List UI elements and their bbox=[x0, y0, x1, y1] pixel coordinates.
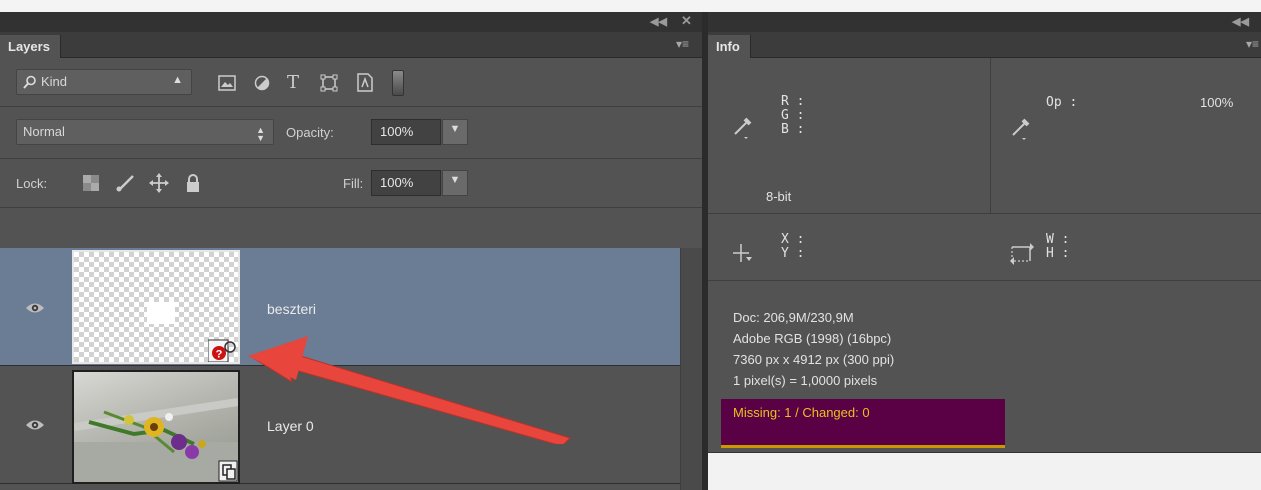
doc-scale: 1 pixel(s) = 1,0000 pixels bbox=[733, 373, 878, 388]
layer-filter-row: Kind ▲ T bbox=[0, 58, 702, 107]
eyedropper-icon[interactable] bbox=[1010, 116, 1032, 140]
doc-size: Doc: 206,9M/230,9M bbox=[733, 310, 854, 325]
missing-changed-status: Missing: 1 / Changed: 0 bbox=[733, 405, 870, 420]
marquee-size-icon bbox=[1010, 243, 1034, 265]
bit-depth: 8-bit bbox=[766, 189, 792, 204]
dropdown-arrows-icon: ▲ ▼ bbox=[256, 125, 265, 143]
rgb-readout: R : G : B : bbox=[781, 95, 804, 137]
wh-readout: W : H : bbox=[1046, 233, 1069, 261]
layers-tab-row: Layers ▾≡ bbox=[0, 32, 702, 58]
opacity-slider-button[interactable]: ▼ bbox=[442, 119, 468, 145]
x-label: X : bbox=[781, 232, 805, 247]
layer-name[interactable]: beszteri bbox=[267, 301, 316, 317]
search-icon bbox=[23, 75, 36, 89]
blend-mode-row: Normal ▲ ▼ Opacity: 100% ▼ bbox=[0, 107, 702, 159]
xy-readout: X : Y : bbox=[781, 233, 804, 261]
panel-collapse-icon[interactable]: ◀◀ bbox=[1232, 15, 1249, 28]
filter-kind-label: Kind bbox=[41, 74, 68, 89]
blend-mode-value: Normal bbox=[23, 124, 65, 139]
filter-kind-dropdown[interactable]: Kind ▲ bbox=[16, 69, 192, 95]
fill-slider-button[interactable]: ▼ bbox=[442, 170, 468, 196]
window-top-strip bbox=[0, 0, 1261, 12]
panel-collapse-icon[interactable]: ◀◀ bbox=[650, 15, 667, 28]
layer-thumbnail-beszteri[interactable]: ? bbox=[72, 250, 240, 364]
layer-thumbnail-layer-0[interactable] bbox=[72, 370, 240, 484]
op-value: 100% bbox=[1200, 95, 1234, 110]
flower-photo bbox=[74, 398, 238, 482]
info-divider bbox=[708, 213, 1261, 214]
y-label: Y : bbox=[781, 246, 805, 261]
dropdown-arrows-icon: ▲ bbox=[172, 74, 183, 86]
blend-mode-dropdown[interactable]: Normal ▲ ▼ bbox=[16, 119, 274, 145]
g-label: G : bbox=[781, 108, 805, 123]
document-canvas-edge bbox=[708, 452, 1261, 490]
lock-transparent-icon[interactable] bbox=[83, 175, 99, 191]
h-label: H : bbox=[1046, 246, 1070, 261]
b-label: B : bbox=[781, 122, 805, 137]
opacity-input[interactable]: 100% bbox=[371, 119, 441, 145]
op-label: Op : bbox=[1046, 95, 1078, 110]
lock-row: Lock: Fill: 100% ▼ bbox=[0, 159, 702, 208]
image-filter-icon[interactable] bbox=[218, 75, 236, 91]
eye-icon[interactable] bbox=[25, 301, 45, 315]
lock-brush-icon[interactable] bbox=[115, 173, 135, 193]
info-divider bbox=[708, 280, 1261, 281]
crosshair-icon bbox=[733, 244, 752, 262]
layers-panel-titlebar[interactable]: ◀◀ ✕ bbox=[0, 12, 702, 32]
adjustment-filter-icon[interactable] bbox=[254, 75, 270, 91]
w-label: W : bbox=[1046, 232, 1070, 247]
shape-filter-icon[interactable] bbox=[320, 74, 338, 92]
svg-text:?: ? bbox=[216, 349, 223, 361]
info-panel-titlebar[interactable]: ◀◀ bbox=[708, 12, 1261, 32]
r-label: R : bbox=[781, 94, 805, 109]
info-divider bbox=[990, 58, 991, 213]
eyedropper-icon[interactable] bbox=[732, 115, 754, 139]
layers-panel: ◀◀ ✕ Layers ▾≡ Kind ▲ T Normal ▲ ▼ Opacit… bbox=[0, 12, 702, 490]
fill-label: Fill: bbox=[343, 176, 364, 191]
eye-icon[interactable] bbox=[25, 418, 45, 432]
info-panel: ◀◀ Info ▾≡ R : G : B : 8-bit Op : 100% X… bbox=[708, 12, 1261, 490]
lock-label: Lock: bbox=[16, 176, 48, 191]
annotation-arrow bbox=[248, 336, 571, 444]
fill-input[interactable]: 100% bbox=[371, 170, 441, 196]
type-filter-icon[interactable]: T bbox=[287, 72, 299, 93]
panel-menu-icon[interactable]: ▾≡ bbox=[676, 37, 689, 51]
filter-toggle-icon[interactable] bbox=[392, 70, 404, 96]
lock-all-icon[interactable] bbox=[185, 173, 201, 193]
smart-object-filter-icon[interactable] bbox=[356, 73, 374, 92]
opacity-label: Opacity: bbox=[286, 125, 334, 140]
doc-profile: Adobe RGB (1998) (16bpc) bbox=[733, 331, 892, 346]
doc-dimensions: 7360 px x 4912 px (300 ppi) bbox=[733, 352, 895, 367]
tab-info[interactable]: Info bbox=[708, 35, 751, 58]
thumbnail-content bbox=[147, 302, 175, 324]
panel-menu-icon[interactable]: ▾≡ bbox=[1246, 37, 1259, 51]
layers-scrollbar[interactable] bbox=[680, 248, 702, 490]
smart-object-badge-icon bbox=[218, 460, 238, 482]
tab-layers[interactable]: Layers bbox=[0, 35, 61, 58]
panel-close-icon[interactable]: ✕ bbox=[681, 13, 692, 29]
info-tab-row: Info ▾≡ bbox=[708, 32, 1261, 58]
lock-position-icon[interactable] bbox=[149, 173, 169, 193]
